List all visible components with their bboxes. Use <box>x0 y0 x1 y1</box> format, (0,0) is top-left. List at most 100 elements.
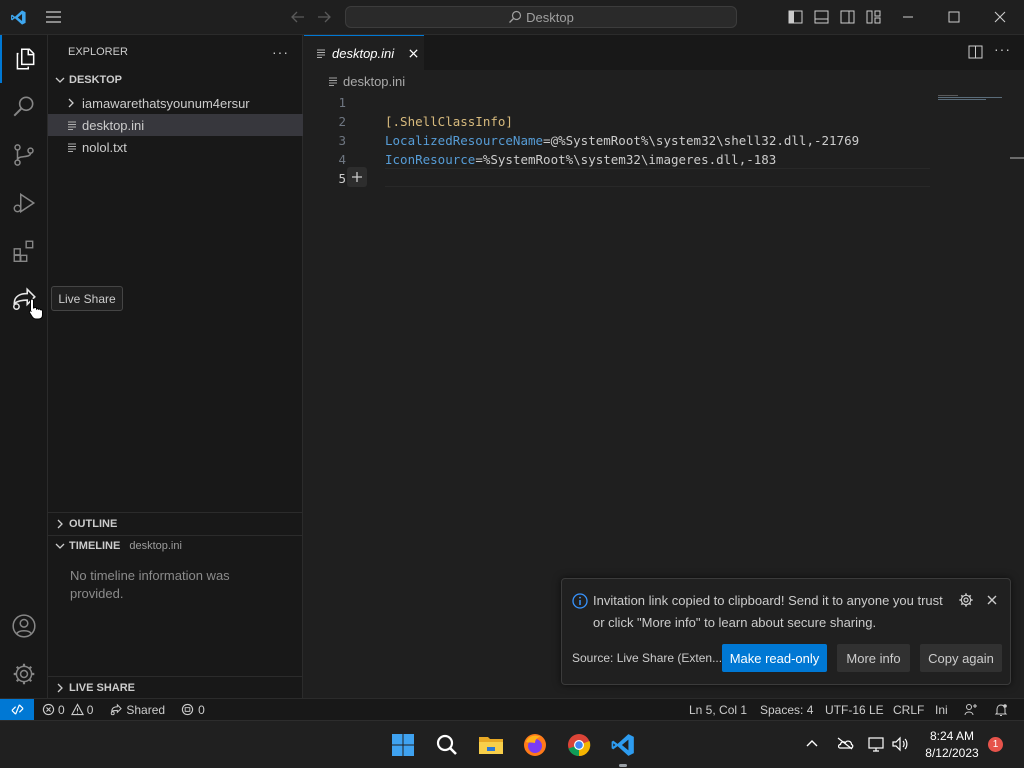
breadcrumb-file: desktop.ini <box>343 73 406 89</box>
notification-count-badge[interactable]: 1 <box>988 737 1003 752</box>
windows-start-icon[interactable] <box>389 731 417 759</box>
back-arrow-icon[interactable] <box>290 10 306 24</box>
chevron-right-icon <box>57 683 63 693</box>
timeline-label: TIMELINE <box>69 540 121 552</box>
toggle-primary-sidebar-icon[interactable] <box>788 10 803 24</box>
code-line: [.ShellClassInfo] <box>385 114 513 129</box>
file-explorer-icon[interactable] <box>477 731 505 759</box>
add-comment-plus-icon[interactable] <box>347 167 367 187</box>
timeline-file-label: desktop.ini <box>129 540 182 552</box>
tab-desktop-ini[interactable]: desktop.ini <box>304 35 424 70</box>
maximize-button[interactable] <box>948 11 960 23</box>
close-tab-icon[interactable] <box>408 48 419 59</box>
outline-section-header[interactable]: OUTLINE <box>48 513 303 535</box>
remote-indicator-icon[interactable] <box>0 698 34 721</box>
feedback-icon[interactable] <box>964 703 978 717</box>
chevron-down-icon <box>55 543 65 549</box>
search-icon <box>509 10 522 23</box>
info-icon <box>572 593 588 609</box>
file-encoding[interactable]: UTF-16 LE <box>825 703 884 717</box>
code-token: =@%SystemRoot%\system32\shell32.dll,-217… <box>543 133 860 148</box>
explorer-more-actions-icon[interactable]: ··· <box>272 44 289 60</box>
explorer-title: EXPLORER <box>68 46 128 58</box>
code-line: IconResource=%SystemRoot%\system32\image… <box>385 152 776 167</box>
explorer-icon[interactable] <box>0 35 48 83</box>
tree-item-label: iamawarethatsyounum4ersur <box>82 95 250 111</box>
liveshare-section-header[interactable]: LIVE SHARE <box>48 677 303 699</box>
notification-close-icon[interactable] <box>986 594 998 606</box>
notification-settings-gear-icon[interactable] <box>958 592 974 608</box>
tree-item-desktop-ini[interactable]: desktop.ini <box>48 114 303 136</box>
breadcrumb[interactable]: desktop.ini <box>304 70 1024 92</box>
make-read-only-button[interactable]: Make read-only <box>722 644 827 672</box>
line-number: 1 <box>338 95 346 110</box>
live-share-tooltip: Live Share <box>51 286 123 311</box>
current-line-highlight <box>385 168 930 187</box>
extensions-icon[interactable] <box>0 227 48 275</box>
taskbar-search-icon[interactable] <box>433 731 461 759</box>
taskbar-date[interactable]: 8/12/2023 <box>922 746 982 760</box>
chevron-right-icon <box>57 519 63 529</box>
line-number: 4 <box>338 152 346 167</box>
taskbar-time[interactable]: 8:24 AM <box>922 729 982 743</box>
more-info-button[interactable]: More info <box>837 644 910 672</box>
toggle-panel-icon[interactable] <box>814 10 829 24</box>
run-debug-icon[interactable] <box>0 179 48 227</box>
tree-item-nolol[interactable]: nolol.txt <box>48 136 303 158</box>
network-icon[interactable] <box>867 736 885 752</box>
editor-tabs: desktop.ini ··· <box>304 35 1024 70</box>
ports-count: 0 <box>198 702 205 717</box>
search-label: Desktop <box>526 9 574 25</box>
chrome-icon[interactable] <box>565 731 593 759</box>
accounts-icon[interactable] <box>0 602 48 650</box>
forward-arrow-icon[interactable] <box>316 10 332 24</box>
menu-icon[interactable] <box>45 10 62 24</box>
title-bar: Desktop <box>0 0 1024 35</box>
editor-more-actions-icon[interactable]: ··· <box>994 41 1011 57</box>
tree-item-label: nolol.txt <box>82 139 127 155</box>
minimap[interactable] <box>938 94 1006 100</box>
language-mode[interactable]: Ini <box>935 703 948 717</box>
liveshare-notification: Invitation link copied to clipboard! Sen… <box>561 578 1011 685</box>
command-center-search[interactable]: Desktop <box>345 6 737 28</box>
file-lines-icon <box>329 77 337 86</box>
line-number: 2 <box>338 114 346 129</box>
line-ending[interactable]: CRLF <box>893 703 924 717</box>
tree-item-folder[interactable]: iamawarethatsyounum4ersur <box>48 92 303 114</box>
onedrive-cloud-icon[interactable] <box>836 736 854 750</box>
notifications-bell-icon[interactable] <box>994 703 1008 717</box>
code-token: =%SystemRoot%\system32\imageres.dll,-183 <box>475 152 777 167</box>
show-hidden-icons-chevron[interactable] <box>806 738 818 748</box>
toggle-secondary-sidebar-icon[interactable] <box>840 10 855 24</box>
notification-message-line2: or click "More info" to learn about secu… <box>593 615 877 630</box>
timeline-empty-message: No timeline information was provided. <box>70 568 230 601</box>
firefox-icon[interactable] <box>521 731 549 759</box>
status-bar: 0 0 Shared 0 Ln 5, Col 1 Spaces: 4 UTF-1… <box>0 698 1024 721</box>
close-window-button[interactable] <box>994 11 1006 23</box>
search-activity-icon[interactable] <box>0 83 48 131</box>
timeline-section-header[interactable]: TIMELINE desktop.ini <box>48 535 303 557</box>
customize-layout-icon[interactable] <box>866 10 881 24</box>
copy-again-button[interactable]: Copy again <box>920 644 1002 672</box>
liveshare-status[interactable]: Shared <box>109 703 165 717</box>
outline-label: OUTLINE <box>69 518 118 530</box>
code-line: LocalizedResourceName=@%SystemRoot%\syst… <box>385 133 859 148</box>
manage-gear-icon[interactable] <box>0 650 48 698</box>
code-token: LocalizedResourceName <box>385 133 544 148</box>
code-token: IconResource <box>385 152 476 167</box>
cursor-position[interactable]: Ln 5, Col 1 <box>689 703 747 717</box>
vscode-taskbar-icon[interactable] <box>609 731 637 759</box>
source-control-icon[interactable] <box>0 131 48 179</box>
problems-indicator[interactable]: 0 0 <box>42 703 93 717</box>
file-lines-icon <box>68 143 76 152</box>
indentation[interactable]: Spaces: 4 <box>760 703 813 717</box>
tab-label: desktop.ini <box>332 45 395 61</box>
volume-icon[interactable] <box>891 736 909 752</box>
folder-header-desktop[interactable]: DESKTOP <box>48 69 303 91</box>
split-editor-icon[interactable] <box>968 45 983 59</box>
vscode-window: Desktop EXPLORER ··· DESKTOP iamawaretha… <box>0 0 1024 768</box>
minimize-button[interactable] <box>902 12 914 22</box>
active-app-indicator <box>619 764 627 767</box>
ports-indicator[interactable]: 0 <box>181 703 205 717</box>
liveshare-status-icon <box>111 703 123 716</box>
